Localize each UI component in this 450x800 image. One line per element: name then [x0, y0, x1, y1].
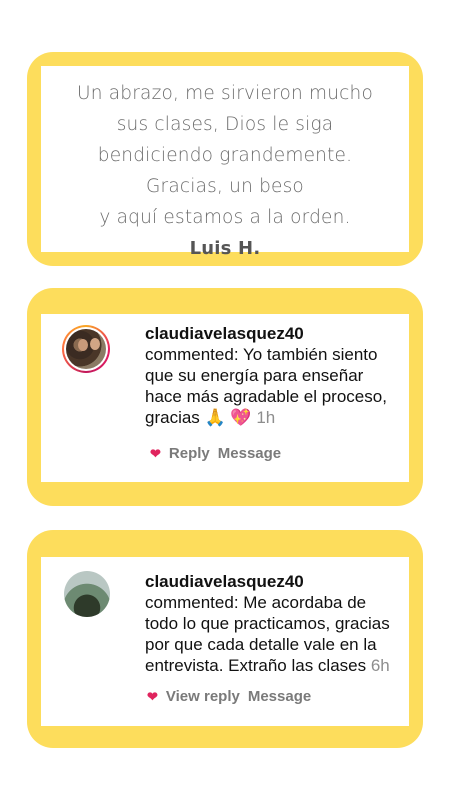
- comment-line: commented: Me acordaba de: [145, 593, 367, 612]
- comment-line: commented: Yo también siento: [145, 345, 378, 364]
- heart-icon[interactable]: ❤: [147, 689, 158, 704]
- comment-line: hace más agradable el proceso,: [145, 387, 387, 406]
- avatar-photo: [66, 329, 106, 369]
- avatar[interactable]: [64, 571, 110, 617]
- comment-body: claudiavelasquez40 commented: Me acordab…: [145, 571, 415, 676]
- comment-username[interactable]: claudiavelasquez40: [145, 571, 415, 592]
- view-reply-button[interactable]: View reply: [166, 688, 240, 705]
- reply-button[interactable]: Reply: [169, 445, 210, 462]
- comment-actions: ❤ Reply Message: [150, 445, 289, 462]
- message-button[interactable]: Message: [218, 445, 281, 462]
- comment-line: por que cada detalle vale en la: [145, 635, 377, 654]
- comment-username[interactable]: claudiavelasquez40: [145, 323, 415, 344]
- quote-line: bendiciendo grandemente.: [97, 145, 353, 166]
- quote-line: y aquí estamos a la orden.: [99, 207, 351, 228]
- testimonial-quote: Un abrazo, me sirvieron mucho sus clases…: [41, 78, 409, 264]
- message-button[interactable]: Message: [248, 688, 311, 705]
- quote-line: Gracias, un beso: [146, 176, 304, 197]
- comment-card: claudiavelasquez40 commented: Me acordab…: [27, 530, 423, 748]
- heart-icon[interactable]: ❤: [150, 446, 161, 461]
- comment-content: claudiavelasquez40 commented: Yo también…: [41, 314, 409, 482]
- quote-author: Luis H.: [189, 238, 261, 259]
- comment-timestamp: 6h: [370, 656, 390, 675]
- comment-actions: ❤ View reply Message: [147, 688, 319, 705]
- comment-timestamp: 1h: [256, 408, 276, 427]
- comment-line: gracias 🙏 💖: [145, 408, 252, 427]
- comment-line: todo lo que practicamos, gracias: [145, 614, 390, 633]
- comment-body: claudiavelasquez40 commented: Yo también…: [145, 323, 415, 428]
- comment-content: claudiavelasquez40 commented: Me acordab…: [41, 557, 409, 726]
- avatar[interactable]: [62, 325, 110, 373]
- avatar-photo: [64, 571, 110, 617]
- testimonial-card: Un abrazo, me sirvieron mucho sus clases…: [27, 52, 423, 266]
- quote-line: Un abrazo, me sirvieron mucho: [77, 83, 373, 104]
- testimonial-content: Un abrazo, me sirvieron mucho sus clases…: [41, 66, 409, 259]
- quote-line: sus clases, Dios le siga: [116, 114, 334, 135]
- comment-line: entrevista. Extraño las clases: [145, 656, 367, 675]
- comment-line: que su energía para enseñar: [145, 366, 364, 385]
- comment-card: claudiavelasquez40 commented: Yo también…: [27, 288, 423, 506]
